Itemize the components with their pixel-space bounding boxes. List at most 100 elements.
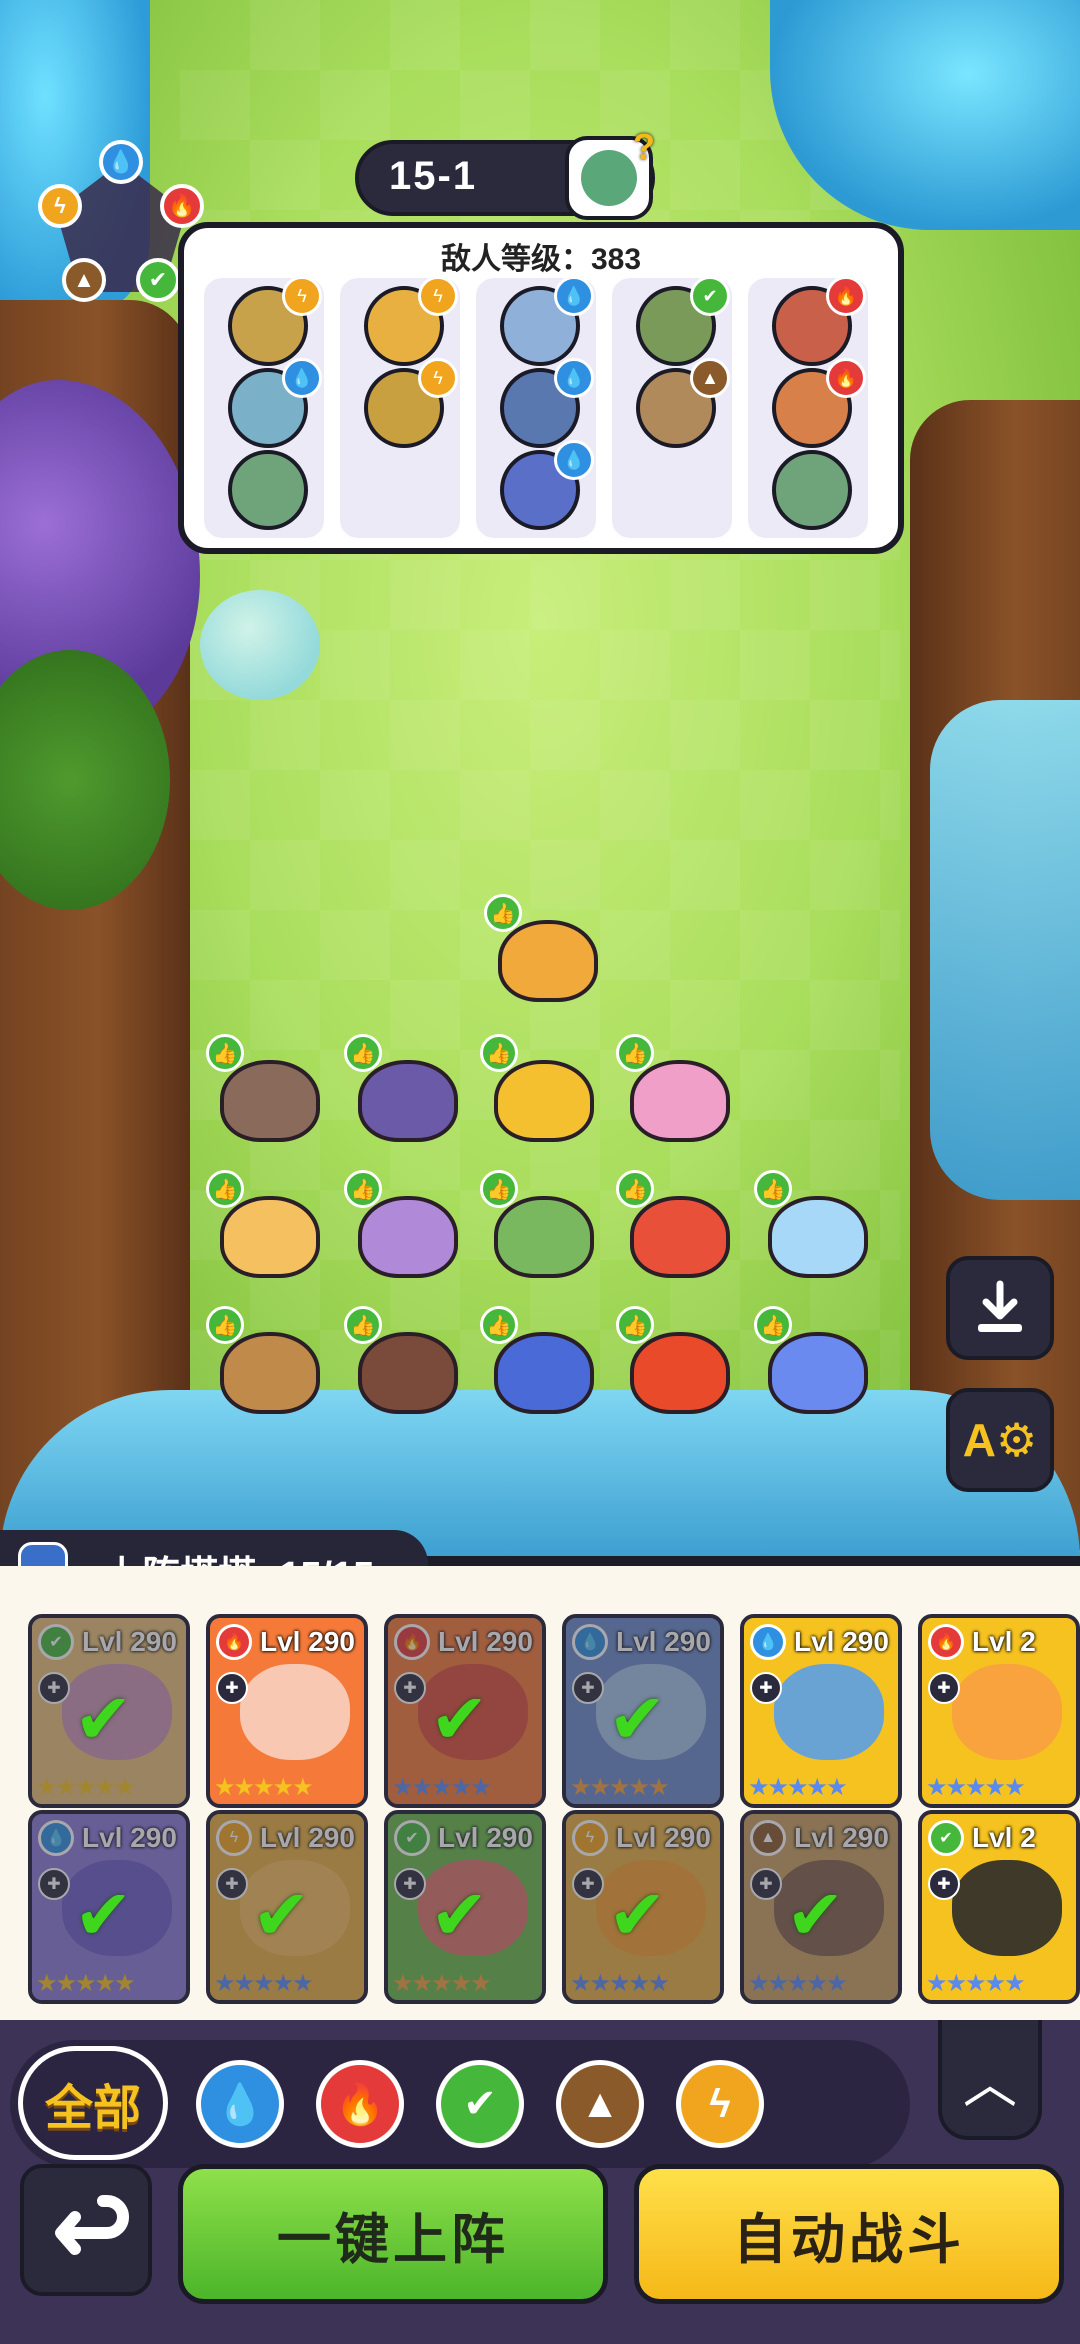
- leaf-icon: ✔: [136, 258, 180, 302]
- hero-level: Lvl 290: [82, 1822, 177, 1853]
- lightning-icon: ϟ: [709, 2081, 731, 2126]
- enemy-portrait[interactable]: 💧: [500, 440, 594, 530]
- unit-phoenix[interactable]: 👍: [616, 1306, 740, 1422]
- zombie-question-icon[interactable]: ?: [565, 126, 655, 220]
- enemy-portrait[interactable]: 🔥: [772, 358, 866, 448]
- unit-fox-purple[interactable]: 👍: [344, 1170, 468, 1286]
- bolt-element-icon: ϟ: [418, 358, 458, 398]
- one-click-deploy-button[interactable]: 一键上阵: [178, 2164, 608, 2304]
- chevron-up-icon: ︿: [963, 2053, 1017, 2114]
- auto-settings-icon: A⚙: [962, 1414, 1038, 1466]
- filter-water-button[interactable]: 💧: [196, 2060, 284, 2148]
- hero-card[interactable]: ✔ ✚ Lvl 290 ★★★★★ ✔: [28, 1614, 190, 1808]
- thumbs-up-icon: 👍: [344, 1306, 382, 1344]
- hero-card[interactable]: 💧 ✚ Lvl 290 ★★★★★: [740, 1614, 902, 1808]
- thumbs-up-icon: 👍: [344, 1034, 382, 1072]
- hero-card[interactable]: 💧 ✚ Lvl 290 ★★★★★ ✔: [28, 1810, 190, 2004]
- enemy-level: 敌人等级：383: [440, 243, 642, 276]
- water-element-icon: 💧: [554, 276, 594, 316]
- enemy-portrait[interactable]: [228, 450, 308, 530]
- hero-level: Lvl 290: [794, 1626, 889, 1657]
- star-rating: ★★★★★: [570, 1970, 670, 1997]
- leaf-element-icon: ✔: [928, 1820, 964, 1856]
- enemy-portrait[interactable]: ϟ: [364, 276, 458, 366]
- filter-leaf-button[interactable]: ✔: [436, 2060, 524, 2148]
- hero-level: Lvl 290: [616, 1822, 711, 1853]
- role-icon: ✚: [38, 1868, 70, 1900]
- unit-ghost-blue[interactable]: 👍: [754, 1170, 878, 1286]
- filter-fire-button[interactable]: 🔥: [316, 2060, 404, 2148]
- role-icon: ✚: [38, 1672, 70, 1704]
- auto-battle-button[interactable]: 自动战斗: [634, 2164, 1064, 2304]
- filter-bolt-button[interactable]: ϟ: [676, 2060, 764, 2148]
- filter-all-label: 全部: [44, 2082, 141, 2135]
- unit-deer[interactable]: 👍: [484, 894, 608, 1010]
- fire-element-icon: 🔥: [928, 1624, 964, 1660]
- question-mark: ?: [633, 126, 655, 167]
- unit-boar[interactable]: 👍: [344, 1306, 468, 1422]
- hero-card[interactable]: 🔥 ✚ Lvl 290 ★★★★★ ✔: [384, 1614, 546, 1808]
- hero-level: Lvl 2: [972, 1626, 1036, 1657]
- hero-portrait: [774, 1664, 884, 1760]
- bolt-element-icon: ϟ: [282, 276, 322, 316]
- unit-dino-purple[interactable]: 👍: [344, 1034, 468, 1150]
- unit-penguin-blue[interactable]: 👍: [480, 1306, 604, 1422]
- hero-card[interactable]: 🔥 ✚ Lvl 290 ★★★★★: [206, 1614, 368, 1808]
- unit-raccoon[interactable]: 👍: [206, 1034, 330, 1150]
- unit-cat-yellow[interactable]: 👍: [206, 1170, 330, 1286]
- hero-card[interactable]: ▲ ✚ Lvl 290 ★★★★★ ✔: [740, 1810, 902, 2004]
- enemy-portrait[interactable]: 💧: [500, 358, 594, 448]
- thumbs-up-icon: 👍: [616, 1170, 654, 1208]
- auto-battle-label: 自动战斗: [733, 2209, 965, 2270]
- enemy-portrait[interactable]: ✔: [636, 276, 730, 366]
- hero-card[interactable]: 🔥 ✚ Lvl 2 ★★★★★: [918, 1614, 1080, 1808]
- enemy-portrait[interactable]: 💧: [500, 276, 594, 366]
- fire-element-icon: 🔥: [394, 1624, 430, 1660]
- enemy-column: 💧 💧 💧: [476, 276, 596, 538]
- star-rating: ★★★★★: [214, 1970, 314, 1997]
- unit-mantis-pink[interactable]: 👍: [616, 1034, 740, 1150]
- enemy-column: ϟ 💧: [204, 276, 324, 538]
- hero-roster[interactable]: ✔ ✚ Lvl 290 ★★★★★ ✔ 🔥 ✚ Lvl 290 ★★★★★ 🔥 ✚ Lvl 290 ★★…: [0, 1566, 1080, 2020]
- filter-earth-button[interactable]: ▲: [556, 2060, 644, 2148]
- enemy-portrait[interactable]: ϟ: [228, 276, 322, 366]
- return-arrow-icon: [55, 2195, 129, 2255]
- hero-card[interactable]: ✔ ✚ Lvl 290 ★★★★★ ✔: [384, 1810, 546, 2004]
- enemy-portrait[interactable]: 🔥: [772, 276, 866, 366]
- enemy-portrait[interactable]: 💧: [228, 358, 322, 448]
- selected-check-icon: ✔: [430, 1876, 489, 1954]
- thumbs-up-icon: 👍: [206, 1034, 244, 1072]
- unit-unicorn-blue[interactable]: 👍: [754, 1306, 878, 1422]
- mountain-icon: ▲: [580, 2081, 620, 2126]
- thumbs-up-icon: 👍: [480, 1306, 518, 1344]
- unit-sprite: [630, 1332, 730, 1414]
- unit-rock-turtle[interactable]: 👍: [206, 1306, 330, 1422]
- hero-card[interactable]: ϟ ✚ Lvl 290 ★★★★★ ✔: [206, 1810, 368, 2004]
- unit-turtle-green[interactable]: 👍: [480, 1170, 604, 1286]
- battle-scene: 💧 🔥 ✔ ▲ ϟ 15-1 ? 敌人等级：383 ϟ 💧 ϟ ϟ 💧 💧 💧 ✔ ▲ 🔥 🔥 👍 👍…: [0, 0, 1080, 1560]
- enemy-panel: 敌人等级：383 ϟ 💧 ϟ ϟ 💧 💧 💧 ✔ ▲ 🔥 🔥: [178, 222, 904, 554]
- enemy-portrait[interactable]: [772, 450, 852, 530]
- enemy-portrait[interactable]: ϟ: [364, 358, 458, 448]
- auto-settings-button[interactable]: A⚙: [946, 1388, 1054, 1492]
- collapse-button[interactable]: ︿: [938, 2020, 1042, 2140]
- water-element-icon: 💧: [554, 440, 594, 480]
- hero-card[interactable]: 💧 ✚ Lvl 290 ★★★★★ ✔: [562, 1614, 724, 1808]
- flame-icon: 🔥: [160, 184, 204, 228]
- thumbs-up-icon: 👍: [616, 1306, 654, 1344]
- enemy-portrait[interactable]: ▲: [636, 358, 730, 448]
- filter-all-button[interactable]: 全部: [18, 2046, 168, 2160]
- star-rating: ★★★★★: [214, 1774, 314, 1801]
- unit-sprite: [498, 920, 598, 1002]
- unit-tiger-gold[interactable]: 👍: [480, 1034, 604, 1150]
- download-button[interactable]: [946, 1256, 1054, 1360]
- unit-crab-red[interactable]: 👍: [616, 1170, 740, 1286]
- unit-sprite: [494, 1060, 594, 1142]
- hero-card[interactable]: ✔ ✚ Lvl 2 ★★★★★: [918, 1810, 1080, 2004]
- water-element-icon: 💧: [750, 1624, 786, 1660]
- unit-sprite: [358, 1332, 458, 1414]
- hero-card[interactable]: ϟ ✚ Lvl 290 ★★★★★ ✔: [562, 1810, 724, 2004]
- back-button[interactable]: [20, 2164, 152, 2296]
- enemy-column: ✔ ▲: [612, 276, 732, 538]
- stage-title: 15-1 ?: [355, 126, 655, 220]
